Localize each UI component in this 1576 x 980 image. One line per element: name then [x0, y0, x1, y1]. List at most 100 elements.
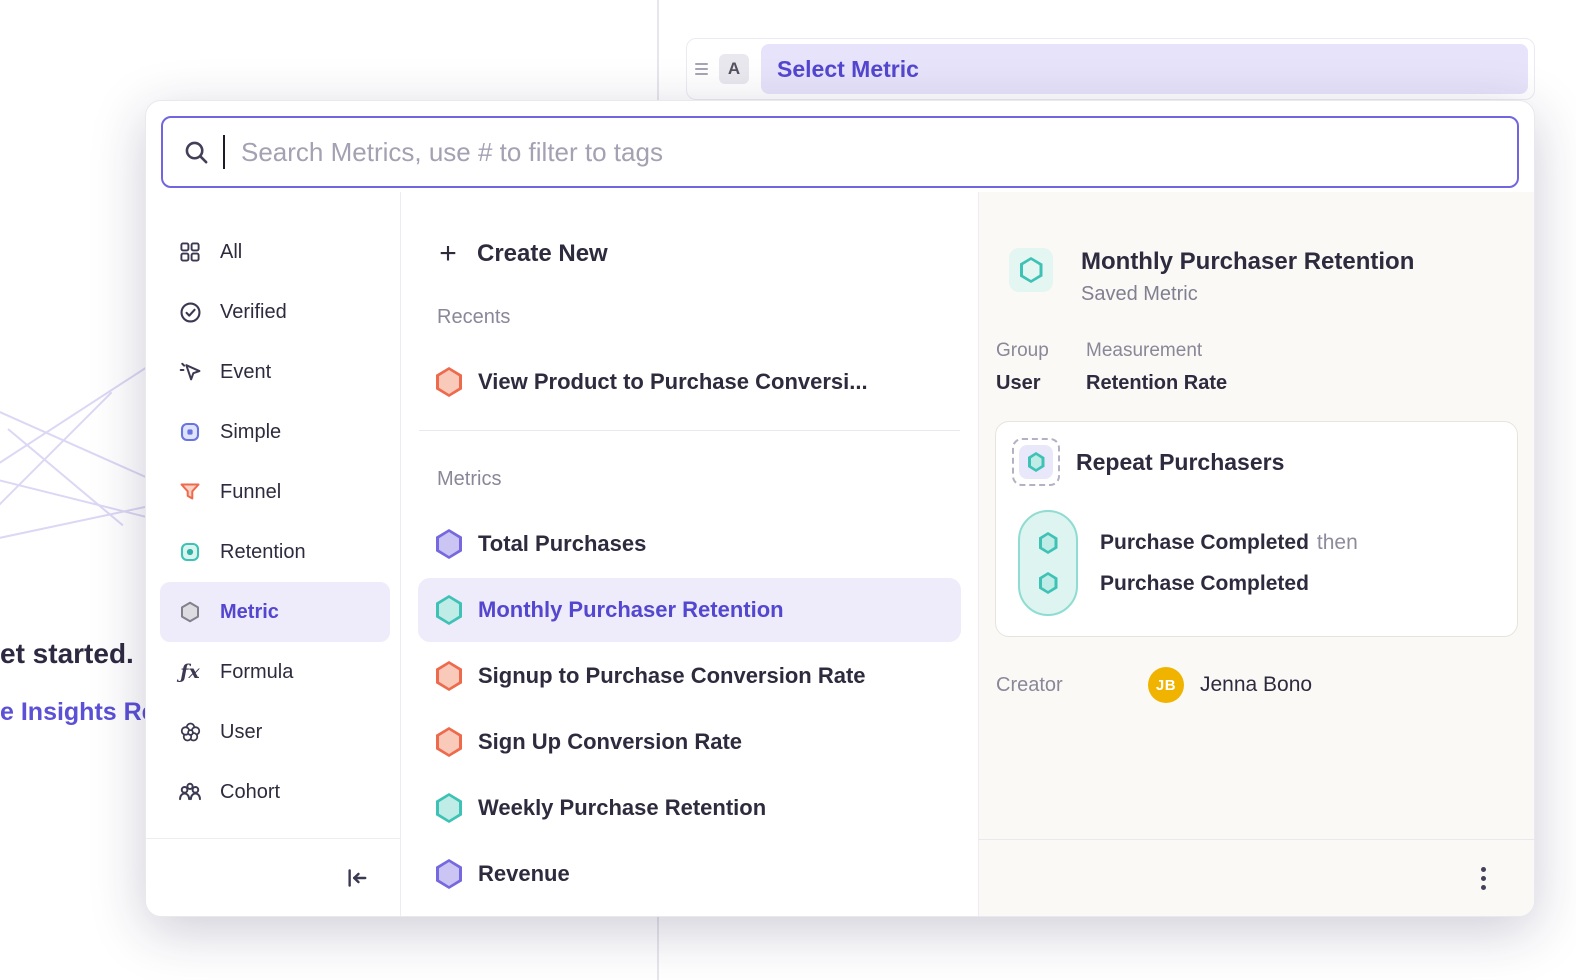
detail-meta: Group User Measurement Retention Rate	[996, 340, 1518, 395]
cursor-icon	[177, 359, 203, 385]
collapse-sidebar-button[interactable]	[344, 865, 370, 891]
creator-name: Jenna Bono	[1200, 673, 1312, 697]
retention-steps-pill	[1018, 510, 1078, 616]
sidebar-item-label: Event	[220, 361, 271, 384]
formula-fx-icon: ƒx	[177, 659, 203, 685]
creator-row: Creator JB Jenna Bono	[996, 667, 1518, 703]
list-item-label: Signup to Purchase Conversion Rate	[478, 663, 866, 689]
sidebar-item-metric[interactable]: Metric	[160, 582, 390, 642]
sidebar-item-label: User	[220, 721, 262, 744]
grid-icon	[177, 239, 203, 265]
list-item-label: View Product to Purchase Conversi...	[478, 369, 868, 395]
select-metric-button[interactable]: Select Metric	[761, 44, 1528, 94]
simple-square-icon	[177, 419, 203, 445]
detail-header: Monthly Purchaser Retention Saved Metric	[1009, 248, 1514, 306]
purple-hexagon-icon	[436, 859, 462, 889]
measurement-value: Retention Rate	[1086, 372, 1227, 395]
recent-metric-item[interactable]: View Product to Purchase Conversi...	[418, 350, 961, 414]
step-two-event: Purchase Completed	[1100, 572, 1309, 595]
sidebar-item-label: Simple	[220, 421, 281, 444]
create-new-label: Create New	[477, 240, 608, 268]
query-builder-row: A Select Metric	[686, 38, 1535, 100]
background-insights-link[interactable]: e Insights Re	[0, 698, 156, 727]
sidebar-item-formula[interactable]: ƒx Formula	[160, 642, 390, 702]
metric-item-revenue[interactable]: Revenue	[418, 842, 961, 906]
drag-handle-icon[interactable]	[695, 59, 711, 79]
sidebar-item-funnel[interactable]: Funnel	[160, 462, 390, 522]
sidebar-item-label: Retention	[220, 541, 306, 564]
group-label: Group	[996, 340, 1062, 362]
text-caret	[223, 135, 225, 169]
funnel-icon	[177, 479, 203, 505]
list-item-label: Sign Up Conversion Rate	[478, 729, 742, 755]
sidebar-item-label: Funnel	[220, 481, 281, 504]
measurement-label: Measurement	[1086, 340, 1227, 362]
search-box[interactable]	[161, 116, 1519, 188]
metric-item-sign-up-conversion-rate[interactable]: Sign Up Conversion Rate	[418, 710, 961, 774]
list-item-label: Revenue	[478, 861, 570, 887]
metric-hexagon-icon	[177, 599, 203, 625]
sidebar-item-label: Metric	[220, 601, 279, 624]
list-item-label: Weekly Purchase Retention	[478, 795, 766, 821]
detail-title: Monthly Purchaser Retention	[1081, 248, 1414, 276]
metric-list-column: + Create New Recents View Product to Pur…	[401, 192, 979, 916]
list-divider	[419, 430, 960, 431]
detail-footer	[979, 839, 1534, 916]
sidebar-item-verified[interactable]: Verified	[160, 282, 390, 342]
salmon-hexagon-icon	[436, 727, 462, 757]
sidebar-item-simple[interactable]: Simple	[160, 402, 390, 462]
type-filter-sidebar: All Verified	[146, 192, 401, 916]
group-value: User	[996, 372, 1062, 395]
metric-item-total-purchases[interactable]: Total Purchases	[418, 512, 961, 576]
sidebar-item-label: Cohort	[220, 781, 280, 804]
sidebar-item-all[interactable]: All	[160, 222, 390, 282]
cohort-people-icon	[177, 779, 203, 805]
sidebar-item-label: All	[220, 241, 242, 264]
sidebar-item-label: Formula	[220, 661, 293, 684]
more-options-button[interactable]	[1475, 861, 1492, 896]
saved-metric-icon	[1009, 248, 1053, 292]
retention-square-icon	[177, 539, 203, 565]
teal-hexagon-icon	[436, 793, 462, 823]
metric-item-weekly-purchase-retention[interactable]: Weekly Purchase Retention	[418, 776, 961, 840]
detail-subtitle: Saved Metric	[1081, 283, 1414, 306]
definition-card: Repeat Purchasers Purchase Completedthen	[995, 421, 1518, 637]
row-letter-badge: A	[719, 54, 749, 84]
modal-body: All Verified	[146, 192, 1534, 916]
behavior-name: Repeat Purchasers	[1076, 449, 1284, 476]
list-item-label: Monthly Purchaser Retention	[478, 597, 784, 623]
salmon-hexagon-icon	[436, 367, 462, 397]
verified-badge-icon	[177, 299, 203, 325]
teal-hexagon-icon	[1039, 572, 1058, 594]
sidebar-item-cohort[interactable]: Cohort	[160, 762, 390, 822]
sidebar-item-user[interactable]: User	[160, 702, 390, 762]
plus-icon: +	[435, 237, 461, 271]
user-flower-icon	[177, 719, 203, 745]
sidebar-footer	[146, 838, 400, 916]
background-heading: et started.	[0, 638, 134, 670]
select-metric-label: Select Metric	[777, 56, 919, 83]
detail-spacer	[979, 703, 1534, 839]
teal-hexagon-icon	[436, 595, 462, 625]
metric-picker-modal: All Verified	[145, 100, 1535, 917]
metric-item-signup-to-purchase-conversion-rate[interactable]: Signup to Purchase Conversion Rate	[418, 644, 961, 708]
recents-section-header: Recents	[401, 299, 978, 335]
purple-hexagon-icon	[436, 529, 462, 559]
sidebar-item-label: Verified	[220, 301, 287, 324]
create-new-button[interactable]: + Create New	[401, 226, 978, 282]
creator-label: Creator	[996, 674, 1148, 697]
sidebar-item-event[interactable]: Event	[160, 342, 390, 402]
search-icon	[183, 139, 209, 165]
avatar: JB	[1148, 667, 1184, 703]
sidebar-item-retention[interactable]: Retention	[160, 522, 390, 582]
metric-item-monthly-purchaser-retention[interactable]: Monthly Purchaser Retention	[418, 578, 961, 642]
salmon-hexagon-icon	[436, 661, 462, 691]
teal-hexagon-icon	[1039, 532, 1058, 554]
step-one-event: Purchase Completed	[1100, 531, 1309, 554]
list-item-label: Total Purchases	[478, 531, 646, 557]
search-input[interactable]	[241, 137, 1497, 168]
metric-detail-panel: Monthly Purchaser Retention Saved Metric…	[979, 192, 1534, 916]
behavior-dashed-icon	[1012, 438, 1060, 486]
app-canvas: et started. e Insights Re A Select Metri…	[0, 0, 1576, 980]
metrics-section-header: Metrics	[401, 461, 978, 497]
